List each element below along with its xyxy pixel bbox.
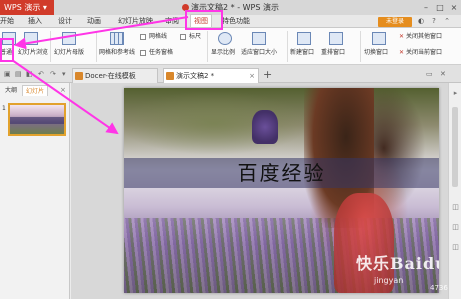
- open-file-icon[interactable]: ▤: [15, 70, 22, 79]
- collapse-ribbon-icon[interactable]: ⌃: [442, 16, 452, 26]
- window-title: 演示文稿2 * - WPS 演示: [0, 0, 461, 15]
- display-ratio-button[interactable]: 显示比例: [211, 49, 235, 57]
- skin-icon[interactable]: ◐: [416, 16, 426, 26]
- tab-docer-templates[interactable]: Docer-在线模板: [72, 68, 158, 83]
- docer-icon: [75, 72, 83, 80]
- ribbon-separator: [96, 31, 97, 62]
- ruler-label: 标尺: [189, 33, 202, 40]
- arrange-windows-icon: [329, 32, 343, 45]
- new-window-button[interactable]: 新建窗口: [290, 49, 314, 57]
- undo-icon[interactable]: ↶: [38, 70, 44, 79]
- gridlines-checkbox[interactable]: [140, 34, 146, 40]
- vertical-scrollbar[interactable]: [452, 107, 458, 187]
- pane-tool-icon[interactable]: ◫: [451, 223, 460, 232]
- grid-and-guides-button[interactable]: 网格和参考线: [99, 49, 135, 57]
- close-current-window-button[interactable]: ✕ 关闭当前窗口: [399, 49, 442, 57]
- lavender-bouquet: [252, 110, 278, 144]
- tab-label: Docer-在线模板: [85, 72, 136, 80]
- redo-icon[interactable]: ↷: [50, 70, 56, 79]
- corner-watermark: 4736: [430, 284, 448, 292]
- minimize-doc-icon[interactable]: ▭: [426, 70, 433, 79]
- close-window-button[interactable]: ×: [447, 0, 461, 15]
- new-window-icon: [297, 32, 311, 45]
- view-menu-highlight: [185, 10, 223, 30]
- switch-window-icon: [372, 32, 386, 45]
- new-tab-button[interactable]: +: [263, 68, 272, 82]
- arrange-windows-button[interactable]: 重排窗口: [321, 49, 345, 57]
- close-doc-icon[interactable]: ✕: [440, 70, 446, 79]
- site-watermark: 快乐Baidu网: [356, 254, 439, 273]
- ribbon-separator: [360, 31, 361, 62]
- menu-insert[interactable]: 插入: [28, 15, 42, 27]
- minimize-button[interactable]: –: [419, 0, 433, 15]
- help-icon[interactable]: ?: [429, 16, 439, 26]
- close-other-windows-button[interactable]: ✕ 关闭其他窗口: [399, 33, 442, 41]
- slide-sorter-icon: [24, 32, 38, 45]
- zoom-icon: [218, 32, 232, 45]
- slide-master-button[interactable]: 幻灯片母版: [54, 49, 84, 57]
- grid-guides-icon: [110, 32, 124, 45]
- switch-window-button[interactable]: 切换窗口: [364, 49, 388, 57]
- gridlines-label: 网格线: [149, 33, 168, 40]
- menu-special-features[interactable]: 特色功能: [222, 15, 250, 27]
- document-tab-bar: ▣ ▤ ◧ ↶ ↷ ▾ Docer-在线模板 演示文稿2 * × + ▭ ✕: [0, 65, 461, 83]
- menu-animation[interactable]: 动画: [87, 15, 101, 27]
- slide-master-icon: [62, 32, 76, 45]
- pane-tool-icon[interactable]: ◫: [451, 203, 460, 212]
- slides-panel: 大纲 幻灯片 × 1: [0, 83, 70, 299]
- ruler-checkbox[interactable]: [180, 34, 186, 40]
- ribbon-separator: [287, 31, 288, 62]
- fit-window-button[interactable]: 适应窗口大小: [241, 49, 277, 57]
- menu-start[interactable]: 开始: [0, 15, 14, 27]
- save-icon[interactable]: ◧: [26, 70, 33, 79]
- pane-tool-icon[interactable]: ◫: [451, 243, 460, 252]
- current-slide[interactable]: 百度经验 快乐Baidu网 jingyan: [124, 88, 439, 293]
- tab-close-icon[interactable]: ×: [249, 69, 255, 83]
- ribbon-separator: [207, 31, 208, 62]
- task-pane-label: 任务窗格: [149, 49, 174, 56]
- tab-outline[interactable]: 大纲: [2, 85, 20, 96]
- fit-window-icon: [252, 32, 266, 45]
- close-current-window-icon: ✕: [399, 49, 405, 56]
- slide-thumbnail[interactable]: [8, 103, 66, 136]
- tab-label: 演示文稿2 *: [176, 72, 215, 80]
- url-watermark: jingyan: [374, 276, 404, 285]
- slide-number: 1: [2, 105, 6, 112]
- menu-slideshow[interactable]: 幻灯片放映: [118, 15, 153, 27]
- menu-bar: 开始 插入 设计 动画 幻灯片放映 审阅 视图 特色功能 未登录 ◐ ? ⌃: [0, 14, 461, 28]
- task-pane-checkbox[interactable]: [140, 50, 146, 56]
- tab-presentation2[interactable]: 演示文稿2 * ×: [163, 68, 259, 83]
- view-ribbon: 普通 幻灯片浏览 幻灯片母版 网格和参考线 网格线 标尺 任务窗格 显示比例 适…: [0, 28, 461, 65]
- normal-view-highlight: [0, 38, 14, 62]
- slide-sorter-button[interactable]: 幻灯片浏览: [18, 49, 48, 57]
- panel-close-icon[interactable]: ×: [60, 85, 66, 95]
- close-current-window-label: 关闭当前窗口: [405, 49, 442, 56]
- tab-slides[interactable]: 幻灯片: [22, 85, 49, 96]
- close-other-windows-icon: ✕: [399, 33, 405, 40]
- thumbnail-title-band: [10, 117, 64, 124]
- restore-button[interactable]: □: [433, 0, 447, 15]
- close-other-windows-label: 关闭其他窗口: [405, 33, 442, 40]
- ribbon-separator: [50, 31, 51, 62]
- right-task-strip: ▸ ◫ ◫ ◫: [448, 83, 461, 299]
- presentation-file-icon: [166, 72, 174, 80]
- new-file-icon[interactable]: ▣: [4, 70, 11, 79]
- menu-design[interactable]: 设计: [58, 15, 72, 27]
- task-pane-icon[interactable]: ▸: [451, 89, 460, 98]
- title-bar: WPS 演示 ▾ 演示文稿2 * - WPS 演示 – □ ×: [0, 0, 461, 15]
- quick-access-more-icon[interactable]: ▾: [62, 70, 66, 79]
- wps-presentation-window: { "window": { "app_name": "WPS 演示", "tit…: [0, 0, 461, 299]
- menu-review[interactable]: 审阅: [165, 15, 179, 27]
- slide-title[interactable]: 百度经验: [124, 159, 439, 187]
- login-button[interactable]: 未登录: [378, 17, 412, 27]
